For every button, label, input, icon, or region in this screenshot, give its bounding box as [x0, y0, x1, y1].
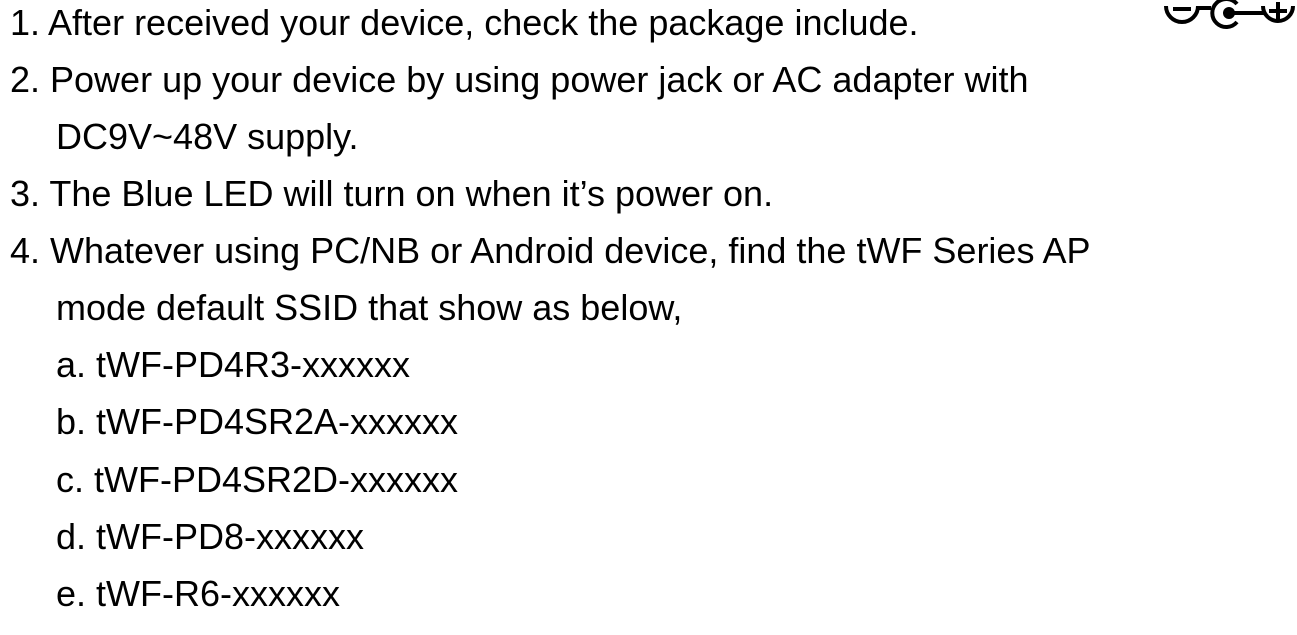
ssid-item-d: d. tWF-PD8-xxxxxx	[56, 516, 365, 557]
ssid-item-e: e. tWF-R6-xxxxxx	[56, 573, 340, 614]
instructions-document: 1. After received your device, check the…	[0, 0, 1297, 635]
dc-polarity-icon	[1164, 0, 1295, 29]
ssid-item-a: a. tWF-PD4R3-xxxxxx	[56, 344, 411, 385]
step-2-continuation: DC9V~48V supply.	[56, 116, 359, 157]
step-4-continuation: mode default SSID that show as below,	[56, 287, 683, 328]
step-4: 4. Whatever using PC/NB or Android devic…	[10, 230, 1091, 271]
ssid-item-b: b. tWF-PD4SR2A-xxxxxx	[56, 401, 459, 442]
step-2: 2. Power up your device by using power j…	[10, 59, 1029, 100]
step-1: 1. After received your device, check the…	[10, 2, 919, 43]
step-3: 3. The Blue LED will turn on when it’s p…	[10, 173, 774, 214]
ssid-item-c: c. tWF-PD4SR2D-xxxxxx	[56, 459, 459, 500]
